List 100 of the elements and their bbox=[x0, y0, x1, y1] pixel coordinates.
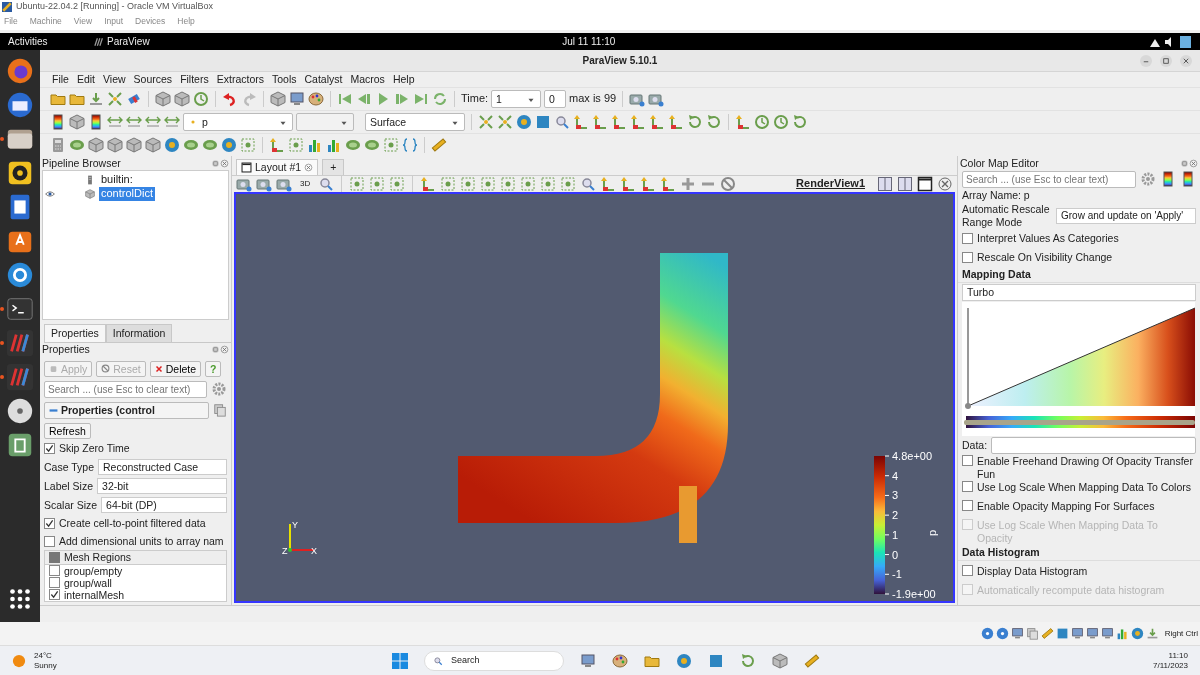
close-icon[interactable] bbox=[1189, 158, 1198, 168]
time-dropdown[interactable]: 1 bbox=[491, 90, 542, 108]
bar-chart-icon[interactable] bbox=[326, 137, 342, 153]
bar-chart-icon[interactable] bbox=[1115, 627, 1129, 640]
cube-icon[interactable] bbox=[772, 652, 788, 669]
cube-icon[interactable] bbox=[107, 137, 123, 153]
menu-item[interactable]: View bbox=[103, 73, 126, 86]
axes-icon[interactable] bbox=[630, 114, 646, 130]
cube-icon[interactable] bbox=[174, 91, 190, 107]
rings-icon[interactable] bbox=[345, 137, 361, 153]
cube-icon[interactable] bbox=[126, 137, 142, 153]
menu-item[interactable]: Catalyst bbox=[304, 73, 343, 86]
color-bar-icon[interactable] bbox=[1160, 171, 1176, 187]
menu-item[interactable]: File bbox=[4, 16, 18, 27]
camera-icon[interactable] bbox=[648, 91, 665, 107]
camera-icon[interactable] bbox=[256, 176, 272, 192]
transfer-function-drawing[interactable] bbox=[962, 301, 1195, 436]
search-box[interactable]: Search bbox=[424, 650, 564, 671]
axes-icon[interactable] bbox=[660, 176, 677, 192]
checkbox[interactable] bbox=[962, 481, 973, 493]
help-icon[interactable] bbox=[5, 260, 35, 290]
axes-icon[interactable] bbox=[600, 176, 617, 192]
axes-icon[interactable] bbox=[420, 176, 437, 192]
task-view-icon[interactable] bbox=[580, 652, 596, 669]
rotate-icon[interactable] bbox=[792, 114, 808, 130]
loop-icon[interactable] bbox=[432, 91, 448, 107]
preset-dropdown[interactable]: Turbo bbox=[962, 283, 1196, 301]
color-bar-icon[interactable] bbox=[1180, 171, 1196, 187]
dropdown[interactable]: 32-bit bbox=[97, 477, 227, 494]
sphere-icon[interactable] bbox=[516, 114, 532, 130]
disc-icon[interactable] bbox=[5, 396, 35, 426]
checkbox[interactable] bbox=[962, 500, 973, 512]
top-bar-clock[interactable]: Jul 11 11:10 bbox=[562, 35, 616, 47]
monitor-icon[interactable] bbox=[1085, 627, 1099, 640]
menu-item[interactable]: File bbox=[52, 73, 69, 86]
list-item[interactable]: group/empty bbox=[64, 564, 123, 578]
pipeline-item[interactable]: builtin: bbox=[99, 173, 135, 187]
rings-icon[interactable] bbox=[183, 137, 199, 153]
camera-icon[interactable] bbox=[236, 176, 252, 192]
selection-icon[interactable] bbox=[440, 176, 457, 192]
sphere-icon[interactable] bbox=[164, 137, 180, 153]
menu-item[interactable]: Macros bbox=[350, 73, 385, 86]
selection-icon[interactable] bbox=[240, 137, 256, 153]
representation-dropdown[interactable]: Surface bbox=[365, 113, 465, 131]
rings-icon[interactable] bbox=[69, 137, 85, 153]
axes-icon[interactable] bbox=[620, 176, 637, 192]
no-entry-icon[interactable] bbox=[720, 176, 737, 192]
panel-tab[interactable]: Properties bbox=[44, 324, 106, 342]
search-field[interactable]: Search ... (use Esc to clear text) bbox=[962, 171, 1136, 188]
maximize-icon[interactable] bbox=[917, 176, 933, 192]
menu-item[interactable]: Tools bbox=[272, 73, 297, 86]
menu-item[interactable]: Extractors bbox=[216, 73, 264, 86]
skip-start-icon[interactable] bbox=[337, 91, 353, 107]
cube-icon[interactable] bbox=[145, 137, 161, 153]
rotate-icon[interactable] bbox=[706, 114, 722, 130]
panel-tab[interactable]: Information bbox=[105, 324, 173, 342]
menu-item[interactable]: View bbox=[73, 16, 93, 27]
pipeline-item[interactable]: controlDict bbox=[99, 187, 155, 201]
dropdown[interactable]: Grow and update on 'Apply' bbox=[1056, 207, 1196, 224]
color-bar-icon[interactable] bbox=[88, 114, 104, 130]
menu-item[interactable]: Filters bbox=[180, 73, 209, 86]
menu-item[interactable]: Input bbox=[104, 16, 124, 27]
square-icon[interactable] bbox=[1055, 627, 1069, 640]
add-tab-button[interactable]: + bbox=[322, 159, 345, 175]
checkbox[interactable] bbox=[44, 535, 55, 547]
zoom-icon[interactable] bbox=[318, 176, 335, 192]
selection-icon[interactable] bbox=[389, 176, 406, 192]
rings-icon[interactable] bbox=[202, 137, 218, 153]
axes-icon[interactable] bbox=[649, 114, 665, 130]
color-bar-icon[interactable] bbox=[50, 114, 66, 130]
list-item[interactable]: group/wall bbox=[64, 576, 112, 590]
undock-icon[interactable] bbox=[211, 345, 220, 355]
selection-icon[interactable] bbox=[369, 176, 386, 192]
checkbox[interactable] bbox=[49, 589, 60, 601]
close-icon[interactable] bbox=[220, 345, 229, 355]
undock-icon[interactable] bbox=[1180, 158, 1189, 168]
dropdown[interactable]: Reconstructed Case bbox=[98, 458, 227, 475]
download-icon[interactable] bbox=[88, 91, 104, 107]
monitor-icon[interactable] bbox=[1010, 627, 1024, 640]
calculator-icon[interactable] bbox=[50, 137, 66, 153]
step-back-icon[interactable] bbox=[356, 91, 372, 107]
rings-icon[interactable] bbox=[364, 137, 380, 153]
double-arrow-icon[interactable] bbox=[164, 114, 180, 130]
eye-icon[interactable] bbox=[45, 189, 55, 199]
system-tray-icon[interactable] bbox=[1148, 34, 1192, 49]
menu-item[interactable]: Edit bbox=[76, 73, 95, 86]
start-icon[interactable] bbox=[392, 652, 408, 669]
checkbox[interactable] bbox=[44, 517, 55, 529]
zoom-icon[interactable] bbox=[580, 176, 597, 192]
monitor-icon[interactable] bbox=[289, 91, 305, 107]
paraview-icon[interactable] bbox=[5, 328, 35, 358]
checkbox[interactable] bbox=[962, 251, 973, 263]
axes-icon[interactable] bbox=[592, 114, 608, 130]
sun-icon[interactable] bbox=[12, 653, 26, 668]
time-spinbox[interactable]: 0 bbox=[544, 90, 567, 108]
braces-icon[interactable] bbox=[402, 137, 418, 153]
zoom-icon[interactable] bbox=[554, 114, 570, 130]
menu-item[interactable]: Machine bbox=[29, 16, 62, 27]
axes-icon[interactable] bbox=[640, 176, 657, 192]
cube-icon[interactable] bbox=[155, 91, 171, 107]
